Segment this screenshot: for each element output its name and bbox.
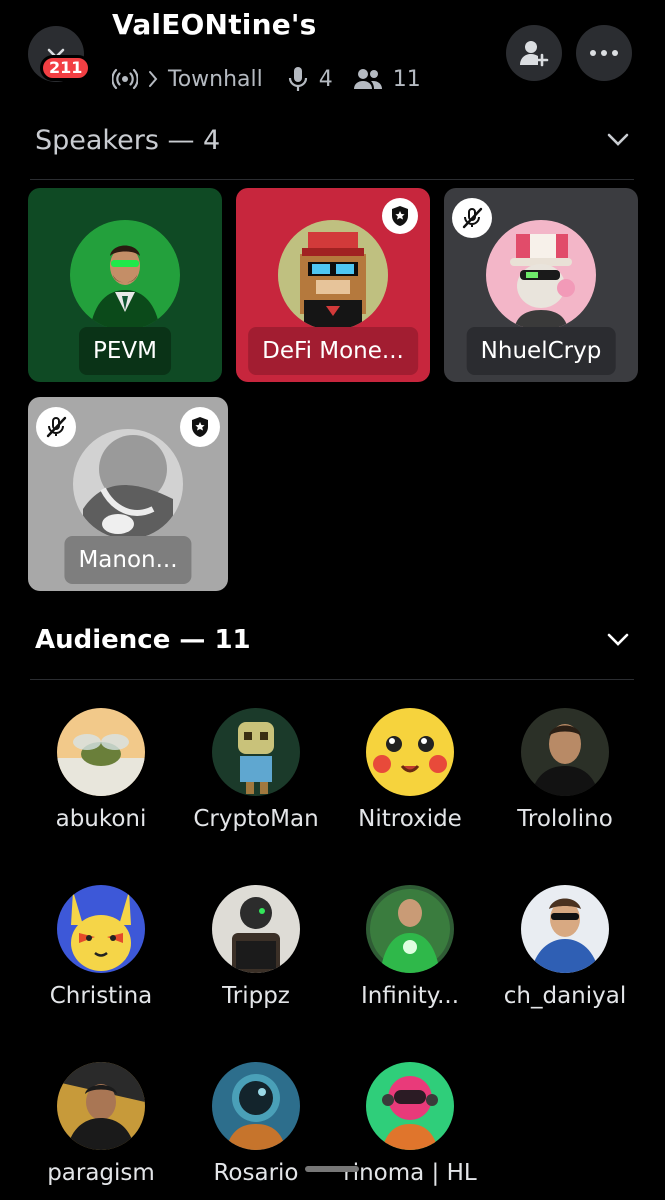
more-icon (590, 50, 618, 56)
stage-breadcrumb[interactable]: Townhall 4 11 (112, 62, 421, 96)
speaker-tile[interactable]: NhuelCryp (444, 188, 638, 382)
member-name: paragism (47, 1160, 155, 1186)
member-name: CryptoMan (193, 806, 319, 832)
audience-section-header[interactable]: Audience — 11 (35, 620, 630, 660)
avatar (70, 220, 180, 330)
speaker-name: Manon... (64, 536, 192, 584)
avatar (366, 708, 454, 796)
muted-microphone-icon (462, 207, 483, 229)
avatar (278, 220, 388, 330)
member-name: Christina (49, 983, 153, 1009)
moderator-badge (180, 407, 220, 447)
shield-icon (392, 206, 408, 226)
member-name: Trololino (517, 806, 613, 832)
audience-member[interactable]: ch_daniyal (490, 885, 640, 1009)
home-indicator[interactable] (305, 1166, 359, 1172)
invite-button[interactable] (506, 25, 562, 81)
chevron-right-icon (149, 71, 158, 87)
audience-member[interactable]: Christina (26, 885, 176, 1009)
speaker-name: NhuelCryp (466, 327, 616, 375)
member-name: Trippz (222, 983, 290, 1009)
avatar (212, 708, 300, 796)
avatar (212, 885, 300, 973)
speaker-tile[interactable]: PEVM (28, 188, 222, 382)
audience-heading: Audience — 11 (35, 625, 251, 655)
audience-member[interactable]: Trololino (490, 708, 640, 832)
speaker-count: 4 (318, 66, 333, 92)
member-name: ch_daniyal (503, 983, 627, 1009)
stage-header: 211 ValEONtine's Townhall 4 11 (0, 0, 665, 110)
microphone-icon (288, 67, 307, 91)
member-name: Infinity... (360, 983, 460, 1009)
avatar (73, 429, 183, 539)
muted-badge (452, 198, 492, 238)
speakers-section-header[interactable]: Speakers — 4 (35, 120, 630, 160)
server-title: ValEONtine's (112, 8, 317, 41)
avatar (366, 1062, 454, 1150)
add-friend-icon (520, 41, 549, 67)
avatar (521, 708, 609, 796)
avatar (57, 708, 145, 796)
muted-badge (36, 407, 76, 447)
speaker-name: PEVM (79, 327, 171, 375)
avatar (366, 885, 454, 973)
audience-member[interactable]: Trippz (181, 885, 331, 1009)
audience-member[interactable]: paragism (26, 1062, 176, 1186)
moderator-badge (382, 198, 418, 234)
member-name: abukoni (55, 806, 147, 832)
speaker-name: DeFi Mone... (248, 327, 418, 375)
avatar (486, 220, 596, 330)
member-name: Rosario (213, 1160, 299, 1186)
member-name: rinoma | HL (343, 1160, 477, 1186)
avatar (521, 885, 609, 973)
channel-name: Townhall (168, 66, 263, 92)
stage-icon (112, 68, 138, 90)
listener-count: 11 (392, 66, 421, 92)
people-icon (353, 69, 382, 89)
shield-icon (192, 417, 208, 437)
speaker-tile[interactable]: Manon... (28, 397, 228, 591)
audience-member[interactable]: CryptoMan (181, 708, 331, 832)
avatar (57, 1062, 145, 1150)
muted-microphone-icon (46, 416, 67, 438)
member-name: Nitroxide (358, 806, 462, 832)
avatar (57, 885, 145, 973)
speaker-tile[interactable]: DeFi Mone... (236, 188, 430, 382)
notification-badge: 211 (40, 55, 92, 81)
chevron-down-icon (607, 633, 629, 646)
chevron-down-icon (607, 133, 629, 146)
more-options-button[interactable] (576, 25, 632, 81)
audience-member[interactable]: abukoni (26, 708, 176, 832)
audience-member[interactable]: Infinity... (335, 885, 485, 1009)
speakers-heading: Speakers — 4 (35, 124, 221, 156)
avatar (212, 1062, 300, 1150)
audience-member[interactable]: Nitroxide (335, 708, 485, 832)
divider (30, 679, 634, 680)
divider (30, 179, 634, 180)
